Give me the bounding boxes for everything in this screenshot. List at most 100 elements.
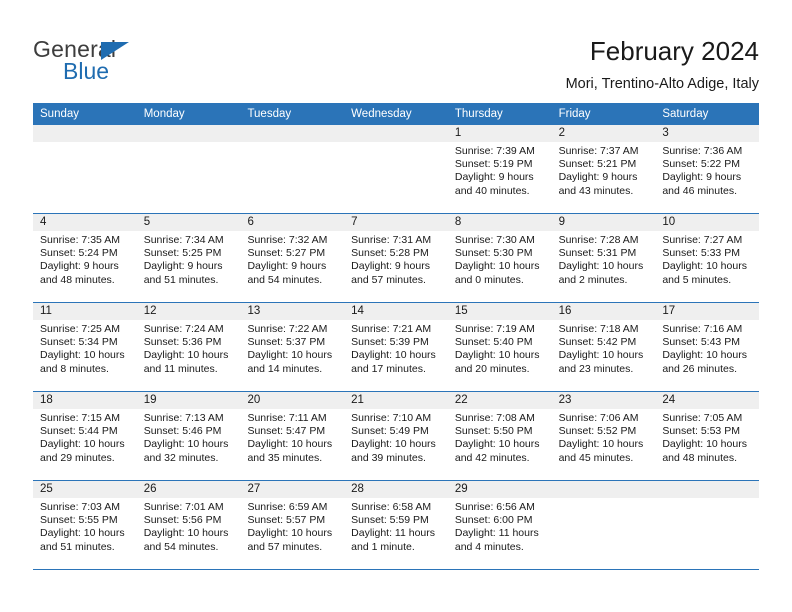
day-cell[interactable]: 13 Sunrise: 7:22 AM Sunset: 5:37 PM Dayl… (240, 303, 345, 391)
daylight-text: Daylight: 10 hours (662, 260, 747, 273)
day-cell[interactable]: 2 Sunrise: 7:37 AM Sunset: 5:21 PM Dayli… (551, 125, 656, 213)
day-cell[interactable]: 4 Sunrise: 7:35 AM Sunset: 5:24 PM Dayli… (33, 214, 137, 302)
day-cell[interactable]: 6 Sunrise: 7:32 AM Sunset: 5:27 PM Dayli… (240, 214, 345, 302)
sunset-text: Sunset: 5:33 PM (662, 247, 740, 260)
day-number: 6 (240, 214, 345, 231)
sunrise-text: Sunrise: 7:30 AM (454, 234, 535, 246)
day-cell[interactable]: 9 Sunrise: 7:28 AM Sunset: 5:31 PM Dayli… (551, 214, 656, 302)
daylight-text: Daylight: 10 hours (454, 349, 540, 362)
day-cell[interactable]: 25 Sunrise: 7:03 AM Sunset: 5:55 PM Dayl… (33, 481, 137, 569)
daylight-text-cont: and 5 minutes. (662, 273, 732, 286)
sunrise-text: Sunrise: 7:28 AM (558, 234, 639, 246)
page-subtitle: Mori, Trentino-Alto Adige, Italy (565, 76, 759, 92)
day-number: 23 (551, 392, 656, 409)
day-cell[interactable]: 21 Sunrise: 7:10 AM Sunset: 5:49 PM Dayl… (344, 392, 448, 480)
day-cell[interactable]: 26 Sunrise: 7:01 AM Sunset: 5:56 PM Dayl… (136, 481, 241, 569)
general-blue-logo[interactable]: General Blue (33, 36, 213, 88)
sunset-text: Sunset: 5:25 PM (143, 247, 222, 260)
page-header: General Blue February 2024 Mori, Trentin… (0, 0, 792, 100)
day-details (552, 498, 656, 501)
day-cell[interactable]: 5 Sunrise: 7:34 AM Sunset: 5:25 PM Dayli… (136, 214, 241, 302)
day-cell[interactable]: 10 Sunrise: 7:27 AM Sunset: 5:33 PM Dayl… (655, 214, 760, 302)
daylight-text-cont: and 54 minutes. (143, 540, 219, 553)
daylight-text-cont: and 57 minutes. (351, 273, 426, 286)
day-cell[interactable]: 11 Sunrise: 7:25 AM Sunset: 5:34 PM Dayl… (33, 303, 137, 391)
sunset-text: Sunset: 5:47 PM (247, 425, 326, 438)
day-cell[interactable] (551, 481, 656, 569)
daylight-text-cont: and 29 minutes. (40, 451, 115, 464)
day-cell[interactable]: 29 Sunrise: 6:56 AM Sunset: 6:00 PM Dayl… (447, 481, 552, 569)
day-number (344, 125, 448, 142)
daylight-text: Daylight: 10 hours (143, 349, 229, 362)
daylight-text: Daylight: 9 hours (247, 260, 327, 273)
day-details (33, 142, 137, 145)
daylight-text: Daylight: 9 hours (351, 260, 430, 273)
sunset-text: Sunset: 6:00 PM (454, 514, 533, 527)
daylight-text: Daylight: 9 hours (662, 171, 742, 184)
daylight-text: Daylight: 10 hours (247, 349, 333, 362)
day-cell[interactable]: 8 Sunrise: 7:30 AM Sunset: 5:30 PM Dayli… (447, 214, 552, 302)
sunset-text: Sunset: 5:49 PM (351, 425, 429, 438)
sunrise-text: Sunrise: 7:15 AM (40, 412, 120, 424)
weekday-header-saturday: Saturday (662, 108, 709, 120)
daylight-text: Daylight: 10 hours (143, 438, 229, 451)
day-cell[interactable]: 16 Sunrise: 7:18 AM Sunset: 5:42 PM Dayl… (551, 303, 656, 391)
day-cell[interactable]: 20 Sunrise: 7:11 AM Sunset: 5:47 PM Dayl… (240, 392, 345, 480)
sunrise-text: Sunrise: 7:31 AM (351, 234, 432, 246)
daylight-text: Daylight: 10 hours (40, 527, 125, 540)
calendar-grid: Sunday Monday Tuesday Wednesday Thursday… (33, 103, 760, 570)
daylight-text: Daylight: 10 hours (662, 438, 747, 451)
daylight-text-cont: and 42 minutes. (454, 451, 530, 464)
day-details: Sunrise: 7:24 AM Sunset: 5:36 PM Dayligh… (137, 320, 241, 376)
day-cell[interactable] (240, 125, 345, 213)
weekday-header-wednesday: Wednesday (351, 108, 412, 120)
day-cell[interactable]: 18 Sunrise: 7:15 AM Sunset: 5:44 PM Dayl… (33, 392, 137, 480)
day-cell[interactable]: 15 Sunrise: 7:19 AM Sunset: 5:40 PM Dayl… (447, 303, 552, 391)
day-number: 8 (447, 214, 552, 231)
day-cell[interactable]: 1 Sunrise: 7:39 AM Sunset: 5:19 PM Dayli… (447, 125, 552, 213)
day-cell[interactable]: 3 Sunrise: 7:36 AM Sunset: 5:22 PM Dayli… (655, 125, 760, 213)
day-cell[interactable]: 23 Sunrise: 7:06 AM Sunset: 5:52 PM Dayl… (551, 392, 656, 480)
daylight-text-cont: and 26 minutes. (662, 362, 738, 375)
daylight-text-cont: and 14 minutes. (247, 362, 323, 375)
sunset-text: Sunset: 5:39 PM (351, 336, 429, 349)
day-details: Sunrise: 7:08 AM Sunset: 5:50 PM Dayligh… (448, 409, 552, 465)
day-cell[interactable]: 28 Sunrise: 6:58 AM Sunset: 5:59 PM Dayl… (344, 481, 448, 569)
daylight-text: Daylight: 10 hours (40, 349, 125, 362)
day-cell[interactable]: 12 Sunrise: 7:24 AM Sunset: 5:36 PM Dayl… (136, 303, 241, 391)
daylight-text-cont: and 23 minutes. (558, 362, 634, 375)
day-cell[interactable] (136, 125, 241, 213)
day-cell[interactable]: 24 Sunrise: 7:05 AM Sunset: 5:53 PM Dayl… (655, 392, 760, 480)
day-cell[interactable] (344, 125, 448, 213)
day-cell[interactable]: 14 Sunrise: 7:21 AM Sunset: 5:39 PM Dayl… (344, 303, 448, 391)
day-details: Sunrise: 7:10 AM Sunset: 5:49 PM Dayligh… (344, 409, 448, 465)
day-cell[interactable]: 22 Sunrise: 7:08 AM Sunset: 5:50 PM Dayl… (447, 392, 552, 480)
day-number: 20 (240, 392, 345, 409)
day-cell[interactable]: 7 Sunrise: 7:31 AM Sunset: 5:28 PM Dayli… (344, 214, 448, 302)
day-number: 18 (33, 392, 137, 409)
day-cell[interactable]: 27 Sunrise: 6:59 AM Sunset: 5:57 PM Dayl… (240, 481, 345, 569)
sunrise-text: Sunrise: 7:06 AM (558, 412, 639, 424)
page-title: February 2024 (589, 36, 759, 66)
calendar-week-row: 25 Sunrise: 7:03 AM Sunset: 5:55 PM Dayl… (33, 481, 760, 570)
day-cell[interactable]: 17 Sunrise: 7:16 AM Sunset: 5:43 PM Dayl… (655, 303, 760, 391)
logo-text-blue: Blue (63, 58, 110, 84)
daylight-text: Daylight: 10 hours (351, 349, 436, 362)
daylight-text: Daylight: 9 hours (558, 171, 638, 184)
day-details (655, 498, 759, 501)
day-number: 12 (136, 303, 241, 320)
sunrise-text: Sunrise: 7:37 AM (558, 145, 639, 157)
day-number: 4 (33, 214, 137, 231)
day-details: Sunrise: 7:34 AM Sunset: 5:25 PM Dayligh… (137, 231, 241, 287)
daylight-text-cont: and 39 minutes. (351, 451, 426, 464)
day-cell[interactable] (655, 481, 760, 569)
calendar-week-row: 1 Sunrise: 7:39 AM Sunset: 5:19 PM Dayli… (33, 125, 760, 214)
day-number: 24 (655, 392, 760, 409)
day-cell[interactable] (33, 125, 137, 213)
sunset-text: Sunset: 5:46 PM (143, 425, 222, 438)
weekday-header-tuesday: Tuesday (247, 108, 292, 120)
day-cell[interactable]: 19 Sunrise: 7:13 AM Sunset: 5:46 PM Dayl… (136, 392, 241, 480)
daylight-text-cont: and 46 minutes. (662, 184, 738, 197)
daylight-text: Daylight: 9 hours (454, 171, 534, 184)
day-details: Sunrise: 7:21 AM Sunset: 5:39 PM Dayligh… (344, 320, 448, 376)
